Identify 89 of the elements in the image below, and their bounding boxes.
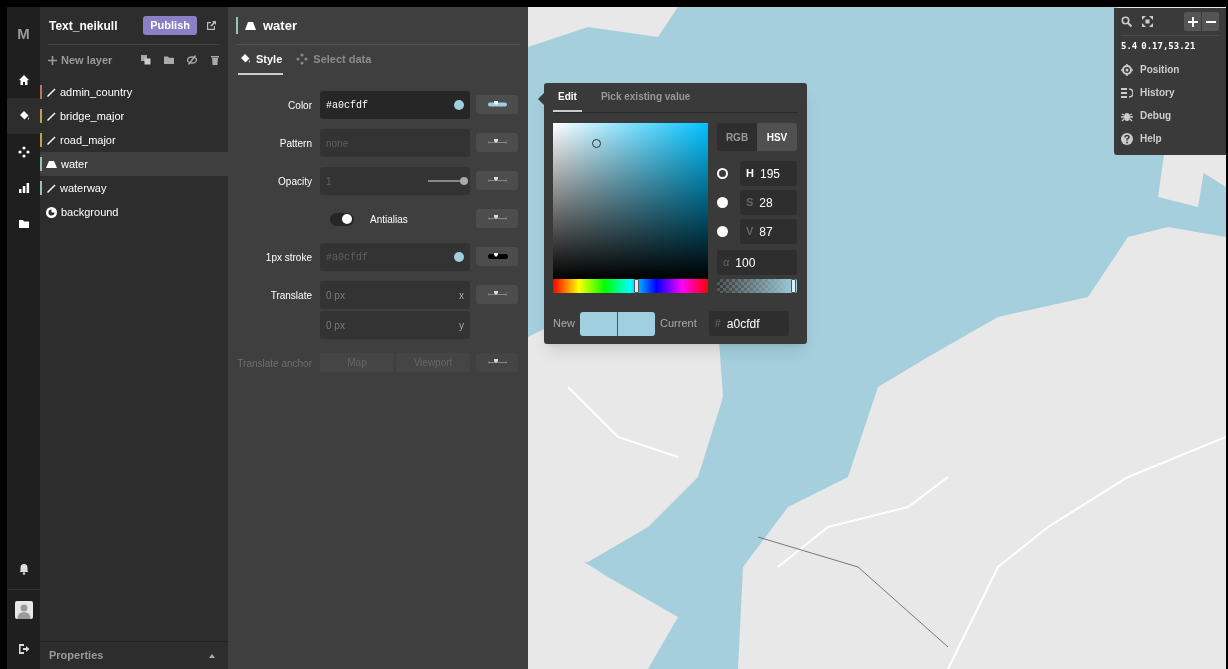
- color-swatch[interactable]: [454, 100, 464, 110]
- zoom-function-button[interactable]: [476, 133, 518, 152]
- new-layer-button[interactable]: New layer: [48, 51, 113, 69]
- app-logo: M: [16, 24, 31, 45]
- current-label: Current: [660, 316, 697, 332]
- fill-shape-icon: [46, 159, 57, 169]
- plus-icon: [1187, 16, 1198, 27]
- search-icon[interactable]: [1121, 16, 1132, 27]
- map-tool-item[interactable]: Position: [1121, 58, 1219, 81]
- bar-chart-icon: [17, 182, 30, 194]
- trash-icon[interactable]: [210, 55, 220, 65]
- mode-tab[interactable]: RGB: [717, 123, 757, 151]
- color-swatch[interactable]: [454, 252, 464, 262]
- external-link-icon[interactable]: [206, 20, 217, 31]
- folder-icon[interactable]: [164, 55, 174, 65]
- number-field[interactable]: 0 px x: [320, 281, 470, 309]
- list-arrow-icon: [1121, 86, 1133, 99]
- zoom-in-button[interactable]: [1184, 12, 1201, 31]
- zoom-function-button[interactable]: [476, 171, 518, 190]
- layer-item[interactable]: admin_country: [40, 80, 228, 104]
- avatar-icon[interactable]: [14, 600, 33, 619]
- zoom-function-button[interactable]: [476, 95, 518, 114]
- toggle-switch[interactable]: [330, 212, 354, 226]
- saturation-value-area[interactable]: [553, 123, 708, 279]
- publish-button[interactable]: Publish: [143, 16, 197, 35]
- zoom-out-button[interactable]: [1202, 12, 1219, 31]
- diamond-dots-icon: [296, 53, 309, 65]
- properties-label: Properties: [49, 648, 104, 664]
- layer-item[interactable]: road_major: [40, 128, 228, 152]
- fill-shape-icon: [245, 21, 256, 30]
- folder-icon: [17, 218, 30, 230]
- zoom-level: 5.4: [1121, 40, 1138, 54]
- radio-button[interactable]: [717, 226, 728, 237]
- mode-tab[interactable]: HSV: [757, 123, 797, 151]
- field-label: Color: [288, 98, 312, 113]
- copy-icon[interactable]: [141, 55, 151, 65]
- sidebar-tab[interactable]: [7, 98, 40, 134]
- axis-label: x: [459, 288, 464, 303]
- caret-up-icon[interactable]: [209, 653, 215, 658]
- layer-item[interactable]: background: [40, 200, 228, 224]
- field-label: Translate: [270, 288, 312, 303]
- toggle-label: Antialias: [370, 212, 408, 227]
- layer-title: water: [263, 16, 297, 35]
- hue-thumb[interactable]: [634, 279, 640, 293]
- hue-slider[interactable]: [553, 279, 708, 293]
- hex-field[interactable]: # a0cfdf: [708, 311, 789, 336]
- zoom-function-button[interactable]: [476, 209, 518, 228]
- pencil-icon: [46, 111, 56, 121]
- zoom-function-button[interactable]: [476, 285, 518, 304]
- axis-label: y: [459, 318, 464, 333]
- pencil-icon: [46, 87, 56, 97]
- help-icon: [1121, 132, 1133, 145]
- paint-bucket-icon: [239, 53, 251, 65]
- bell-icon[interactable]: [17, 563, 30, 575]
- project-title: Text_neikull: [49, 17, 119, 35]
- fit-screen-icon[interactable]: [1142, 16, 1153, 27]
- crosshair-icon: [1121, 63, 1133, 76]
- pencil-icon: [46, 183, 56, 193]
- field-label: 1px stroke: [265, 250, 312, 265]
- layer-item[interactable]: bridge_major: [40, 104, 228, 128]
- plus-icon: [48, 55, 57, 65]
- background-icon: [46, 206, 57, 218]
- layer-item[interactable]: waterway: [40, 176, 228, 200]
- alpha-slider[interactable]: [717, 279, 797, 293]
- field-label: Opacity: [278, 174, 312, 189]
- eye-slash-icon[interactable]: [187, 55, 197, 65]
- map-tool-item[interactable]: Debug: [1121, 104, 1219, 127]
- logout-icon[interactable]: [17, 643, 30, 655]
- picker-tab[interactable]: Edit: [553, 83, 582, 112]
- radio-button[interactable]: [717, 168, 728, 179]
- field-label: Pattern: [279, 136, 312, 151]
- slider-thumb[interactable]: [460, 177, 468, 185]
- map-tool-item[interactable]: Help: [1121, 127, 1219, 150]
- alpha-thumb[interactable]: [791, 279, 796, 293]
- channel-field[interactable]: V 87: [740, 219, 797, 244]
- new-label: New: [553, 316, 575, 332]
- diamond-dots-icon: [17, 146, 30, 158]
- editor-tab[interactable]: Style: [238, 45, 284, 75]
- color-field[interactable]: #a0cfdf: [320, 91, 470, 119]
- coordinates: 0.17,53.21: [1141, 40, 1196, 54]
- layer-item[interactable]: water: [40, 152, 228, 176]
- number-field[interactable]: 0 px y: [320, 311, 470, 339]
- picker-tab[interactable]: Pick existing value: [595, 83, 696, 112]
- channel-field[interactable]: S 28: [740, 190, 797, 215]
- radio-button[interactable]: [717, 197, 728, 208]
- map-tool-item[interactable]: History: [1121, 81, 1219, 104]
- channel-field[interactable]: H 195: [740, 161, 797, 186]
- pencil-icon: [46, 135, 56, 145]
- home-icon: [17, 74, 30, 86]
